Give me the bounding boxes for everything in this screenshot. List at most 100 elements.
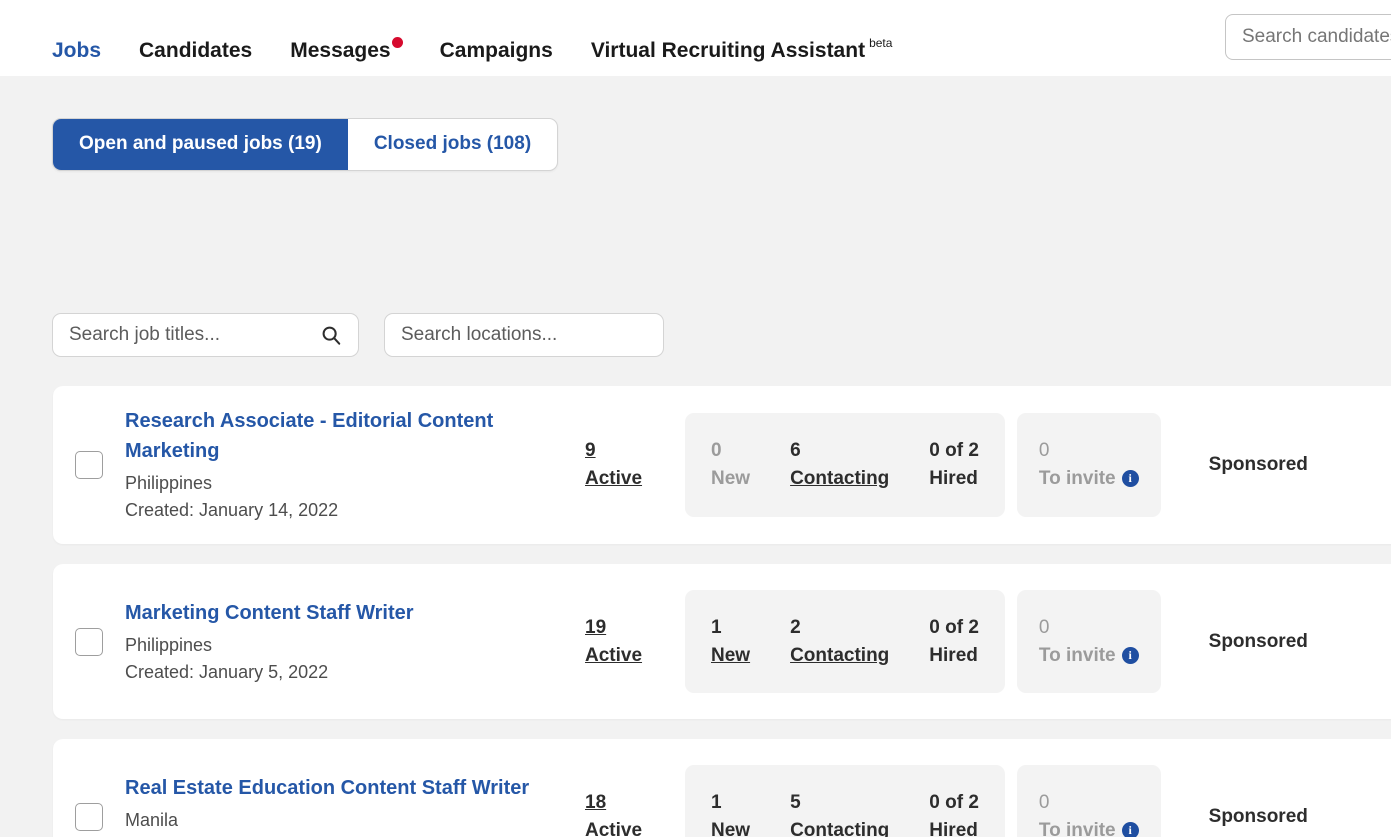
job-info: Research Associate - Editorial Content M… <box>125 406 585 524</box>
job-card[interactable]: Research Associate - Editorial Content M… <box>53 386 1391 544</box>
new-label: New <box>711 468 751 489</box>
job-info: Real Estate Education Content Staff Writ… <box>125 773 585 837</box>
hired-count: 0 of 2 <box>929 616 979 638</box>
page-content: Open and paused jobs (19) Closed jobs (1… <box>0 76 1391 837</box>
active-label[interactable]: Active <box>585 817 685 837</box>
active-candidates-stat[interactable]: 18 Active <box>585 789 685 837</box>
sponsored-badge: Sponsored <box>1208 454 1308 475</box>
sponsored-badge: Sponsored <box>1208 630 1308 652</box>
contacting-label[interactable]: Contacting <box>790 817 889 837</box>
job-location: Philippines <box>125 473 213 493</box>
hired-label: Hired <box>929 468 978 489</box>
job-select-checkbox[interactable] <box>75 451 103 479</box>
job-title-search-input[interactable] <box>53 324 358 346</box>
pipeline-stats-box: 1 New 2 Contacting 0 of 2 Hired <box>685 589 1005 694</box>
new-label[interactable]: New <box>711 642 750 670</box>
top-navigation-bar: Jobs Candidates Messages Campaigns Virtu… <box>0 0 1391 86</box>
nav-item-messages-label: Messages <box>290 39 391 62</box>
to-invite-count: 0 <box>1038 791 1050 813</box>
job-title-link[interactable]: Real Estate Education Content Staff Writ… <box>125 777 529 799</box>
stat-hired: 0 of 2 Hired <box>929 614 979 669</box>
job-select-checkbox[interactable] <box>75 627 103 656</box>
to-invite-count: 0 <box>1038 616 1050 638</box>
info-icon[interactable]: i <box>1121 646 1139 664</box>
job-title-link[interactable]: Research Associate - Editorial Content M… <box>125 410 493 462</box>
stat-hired: 0 of 2 Hired <box>929 437 979 492</box>
candidate-search-input[interactable] <box>1225 14 1391 60</box>
new-count: 0 <box>711 440 722 462</box>
new-count: 1 <box>711 616 722 638</box>
job-location: Manila <box>125 809 179 830</box>
nav-item-list: Jobs Candidates Messages Campaigns Virtu… <box>52 0 926 86</box>
active-count[interactable]: 9 <box>585 437 685 465</box>
to-invite-count: 0 <box>1038 440 1050 462</box>
hired-label: Hired <box>929 644 978 666</box>
active-label[interactable]: Active <box>585 642 685 670</box>
job-select-cell <box>53 802 125 831</box>
tab-open-and-paused-jobs[interactable]: Open and paused jobs (19) <box>53 119 348 170</box>
job-created-date: Created: January 14, 2022 <box>125 500 339 520</box>
stat-contacting[interactable]: 5 Contacting <box>790 789 889 837</box>
job-location: Philippines <box>125 634 213 655</box>
contacting-label[interactable]: Contacting <box>790 465 889 493</box>
nav-item-virtual-recruiting-assistant[interactable]: Virtual Recruiting Assistant beta <box>590 0 893 82</box>
active-candidates-stat[interactable]: 9 Active <box>585 437 685 492</box>
active-candidates-stat[interactable]: 19 Active <box>585 614 685 669</box>
to-invite-label: To invite <box>1038 819 1116 837</box>
to-invite-box: 0 To invite i <box>1016 589 1161 694</box>
new-count: 1 <box>711 791 722 813</box>
nav-item-candidates-label: Candidates <box>139 39 253 62</box>
job-card[interactable]: Marketing Content Staff Writer Philippin… <box>53 564 1391 719</box>
location-search-input[interactable] <box>385 324 663 346</box>
active-label[interactable]: Active <box>585 465 685 493</box>
to-invite-label: To invite <box>1038 644 1116 666</box>
new-label[interactable]: New <box>711 817 750 837</box>
contacting-label[interactable]: Contacting <box>790 642 889 670</box>
info-icon[interactable]: i <box>1121 821 1139 837</box>
job-info: Marketing Content Staff Writer Philippin… <box>125 598 585 686</box>
nav-item-messages[interactable]: Messages <box>290 0 403 82</box>
contacting-count: 2 <box>790 616 801 638</box>
hired-label: Hired <box>929 819 978 837</box>
to-invite-label: To invite <box>1038 468 1116 489</box>
job-created-date: Created: January 3, 2022 <box>125 834 575 837</box>
nav-item-vra-label: Virtual Recruiting Assistant <box>590 39 866 62</box>
job-created-date: Created: January 5, 2022 <box>125 661 329 682</box>
job-title-search-field <box>52 313 359 357</box>
nav-item-campaigns-label: Campaigns <box>439 39 553 62</box>
stat-new: 0 New <box>711 437 750 492</box>
to-invite-row: To invite i <box>1039 817 1139 837</box>
to-invite-box: 0 To invite i <box>1016 413 1161 517</box>
active-count[interactable]: 19 <box>585 614 685 642</box>
to-invite-box: 0 To invite i <box>1016 764 1161 837</box>
nav-item-campaigns[interactable]: Campaigns <box>440 0 553 82</box>
pipeline-stats-box: 1 New 5 Contacting 0 of 2 Hired <box>685 764 1005 837</box>
nav-item-candidates[interactable]: Candidates <box>139 0 252 82</box>
job-status-toggle-group: Open and paused jobs (19) Closed jobs (1… <box>52 118 559 171</box>
stat-hired: 0 of 2 Hired <box>929 789 979 837</box>
hired-count: 0 of 2 <box>929 791 979 813</box>
stat-contacting[interactable]: 2 Contacting <box>790 614 889 669</box>
location-search-field <box>384 313 664 357</box>
sponsored-badge: Sponsored <box>1208 805 1308 827</box>
stat-new[interactable]: 1 New <box>711 789 750 837</box>
tab-closed-jobs[interactable]: Closed jobs (108) <box>348 119 557 170</box>
to-invite-row: To invite i <box>1039 465 1139 493</box>
info-icon[interactable]: i <box>1121 470 1139 488</box>
hired-count: 0 of 2 <box>929 440 979 462</box>
pipeline-stats-box: 0 New 6 Contacting 0 of 2 Hired <box>685 413 1005 517</box>
job-card[interactable]: Real Estate Education Content Staff Writ… <box>53 739 1391 837</box>
job-select-cell <box>53 627 125 656</box>
messages-notification-dot-icon <box>391 36 403 48</box>
contacting-count: 6 <box>790 440 801 462</box>
nav-item-jobs[interactable]: Jobs <box>52 0 102 86</box>
active-count[interactable]: 18 <box>585 789 685 817</box>
stat-contacting[interactable]: 6 Contacting <box>790 437 889 492</box>
job-title-link[interactable]: Marketing Content Staff Writer <box>125 602 414 624</box>
job-card-list: Research Associate - Editorial Content M… <box>53 386 1391 837</box>
beta-badge: beta <box>869 36 893 50</box>
stat-new[interactable]: 1 New <box>711 614 750 669</box>
filter-row <box>52 313 664 357</box>
job-select-checkbox[interactable] <box>75 802 103 831</box>
contacting-count: 5 <box>790 791 801 813</box>
